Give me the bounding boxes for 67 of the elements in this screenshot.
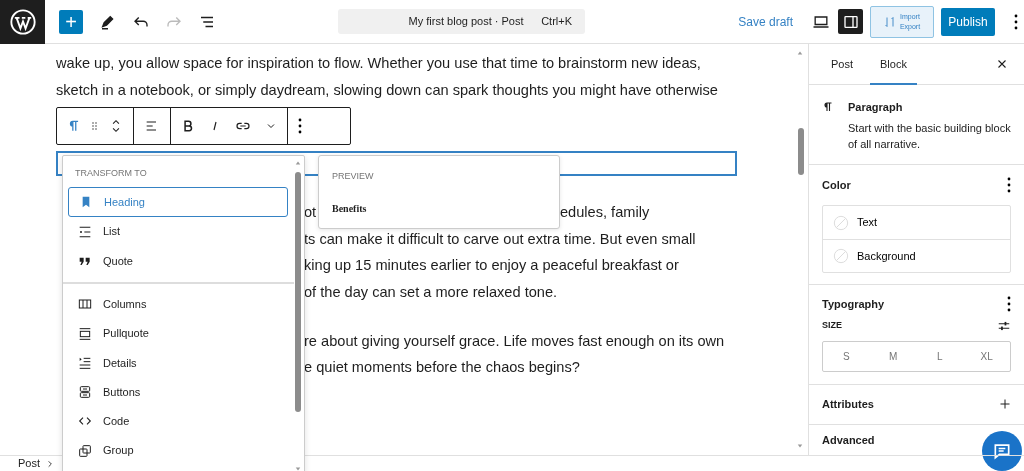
publish-button[interactable]: Publish	[941, 7, 995, 36]
command-bar[interactable]: My first blog post · Post Ctrl+K	[338, 9, 585, 34]
scrollbar-thumb[interactable]	[798, 128, 804, 175]
size-label: SIZE	[822, 318, 842, 332]
scrollbar-thumb[interactable]	[295, 172, 301, 412]
font-size-option[interactable]: L	[916, 341, 964, 371]
sort-arrows-icon	[883, 14, 896, 29]
menu-item[interactable]: Pullquote	[68, 318, 288, 349]
chevron-right-icon	[46, 459, 54, 468]
menu-item[interactable]: Columns	[68, 289, 288, 319]
paragraph-text: ts can make it difficult to carve out extra time. But even small	[304, 229, 696, 249]
paragraph-text: sketch in a notebook, or simply daydream, slowing down can spark thoughts you might have otherwise	[56, 80, 718, 100]
panel-title: Color	[822, 177, 851, 193]
menu-item[interactable]: Quote	[68, 246, 288, 276]
paragraph-text: re about giving yourself grace. Life moves fast enough on its own	[304, 331, 725, 351]
plus-icon[interactable]	[999, 398, 1011, 410]
more-options-icon[interactable]	[1007, 296, 1011, 313]
chat-button[interactable]	[982, 431, 1022, 471]
panel-title[interactable]: Advanced	[822, 432, 875, 449]
block-description: Start with the basic building block of all narrative.	[848, 120, 1011, 152]
scroll-up-icon[interactable]	[796, 50, 804, 56]
menu-item[interactable]: Details	[68, 348, 288, 378]
more-options-icon[interactable]	[298, 118, 302, 135]
menu-item[interactable]: Heading	[68, 187, 288, 217]
scroll-down-icon[interactable]	[796, 443, 804, 449]
paragraph-text: ot	[304, 203, 317, 223]
font-size-option[interactable]: S	[823, 341, 870, 371]
scroll-down-icon[interactable]	[294, 466, 302, 471]
sidebar-tab[interactable]: Post	[822, 43, 862, 85]
menu-item[interactable]: Buttons	[68, 377, 288, 407]
no-color-swatch-icon	[833, 248, 849, 264]
menu-heading: TRANSFORM TO	[75, 167, 147, 180]
color-option[interactable]: Background	[823, 239, 1010, 272]
sidebar-tab[interactable]: Block	[870, 43, 917, 85]
paragraph-text: edules, family	[560, 203, 650, 223]
scroll-up-icon[interactable]	[294, 160, 302, 166]
font-size-option[interactable]: XL	[963, 341, 1010, 371]
more-options-icon[interactable]	[1014, 13, 1018, 30]
chat-icon	[992, 441, 1012, 461]
shortcut-label: Ctrl+K	[541, 14, 572, 30]
menu-item[interactable]: Group	[68, 436, 288, 466]
menu-item[interactable]: List	[68, 217, 288, 247]
preview-heading: PREVIEW	[332, 170, 375, 183]
close-icon[interactable]	[996, 58, 1008, 70]
color-option[interactable]: Text	[823, 206, 1010, 239]
add-block-button[interactable]: +	[59, 9, 83, 34]
more-options-icon[interactable]	[1007, 176, 1011, 193]
save-draft-link[interactable]: Save draft	[738, 12, 793, 31]
document-title: My first blog post · Post	[407, 14, 524, 30]
paragraph-text: of the day can set a more relaxed tone.	[304, 282, 558, 302]
menu-item[interactable]: Code	[68, 406, 288, 437]
no-color-swatch-icon	[833, 214, 849, 231]
block-title: Paragraph	[848, 100, 904, 115]
squares-icon	[77, 442, 93, 459]
wordpress-logo-icon[interactable]	[8, 7, 37, 36]
buttons-icon	[77, 384, 93, 401]
paragraph-text: king up 15 minutes earlier to enjoy a peaceful breakfast or	[304, 256, 679, 276]
panel-title[interactable]: Attributes	[822, 395, 874, 413]
preview-text: Benefits	[332, 201, 368, 216]
font-size-option[interactable]: M	[869, 341, 917, 371]
breadcrumb-link[interactable]: Post	[18, 455, 40, 471]
paragraph-text: e quiet moments before the chaos begins?	[304, 358, 580, 378]
sidebar-icon	[842, 13, 859, 30]
paragraph-text: wake up, you allow space for inspiration to flow. Whether you use that time to brainstorm new ideas,	[56, 54, 701, 73]
pullquote-icon	[77, 325, 93, 342]
panel-title: Typography	[822, 297, 885, 312]
sidebar-toggle-button[interactable]	[838, 9, 863, 34]
